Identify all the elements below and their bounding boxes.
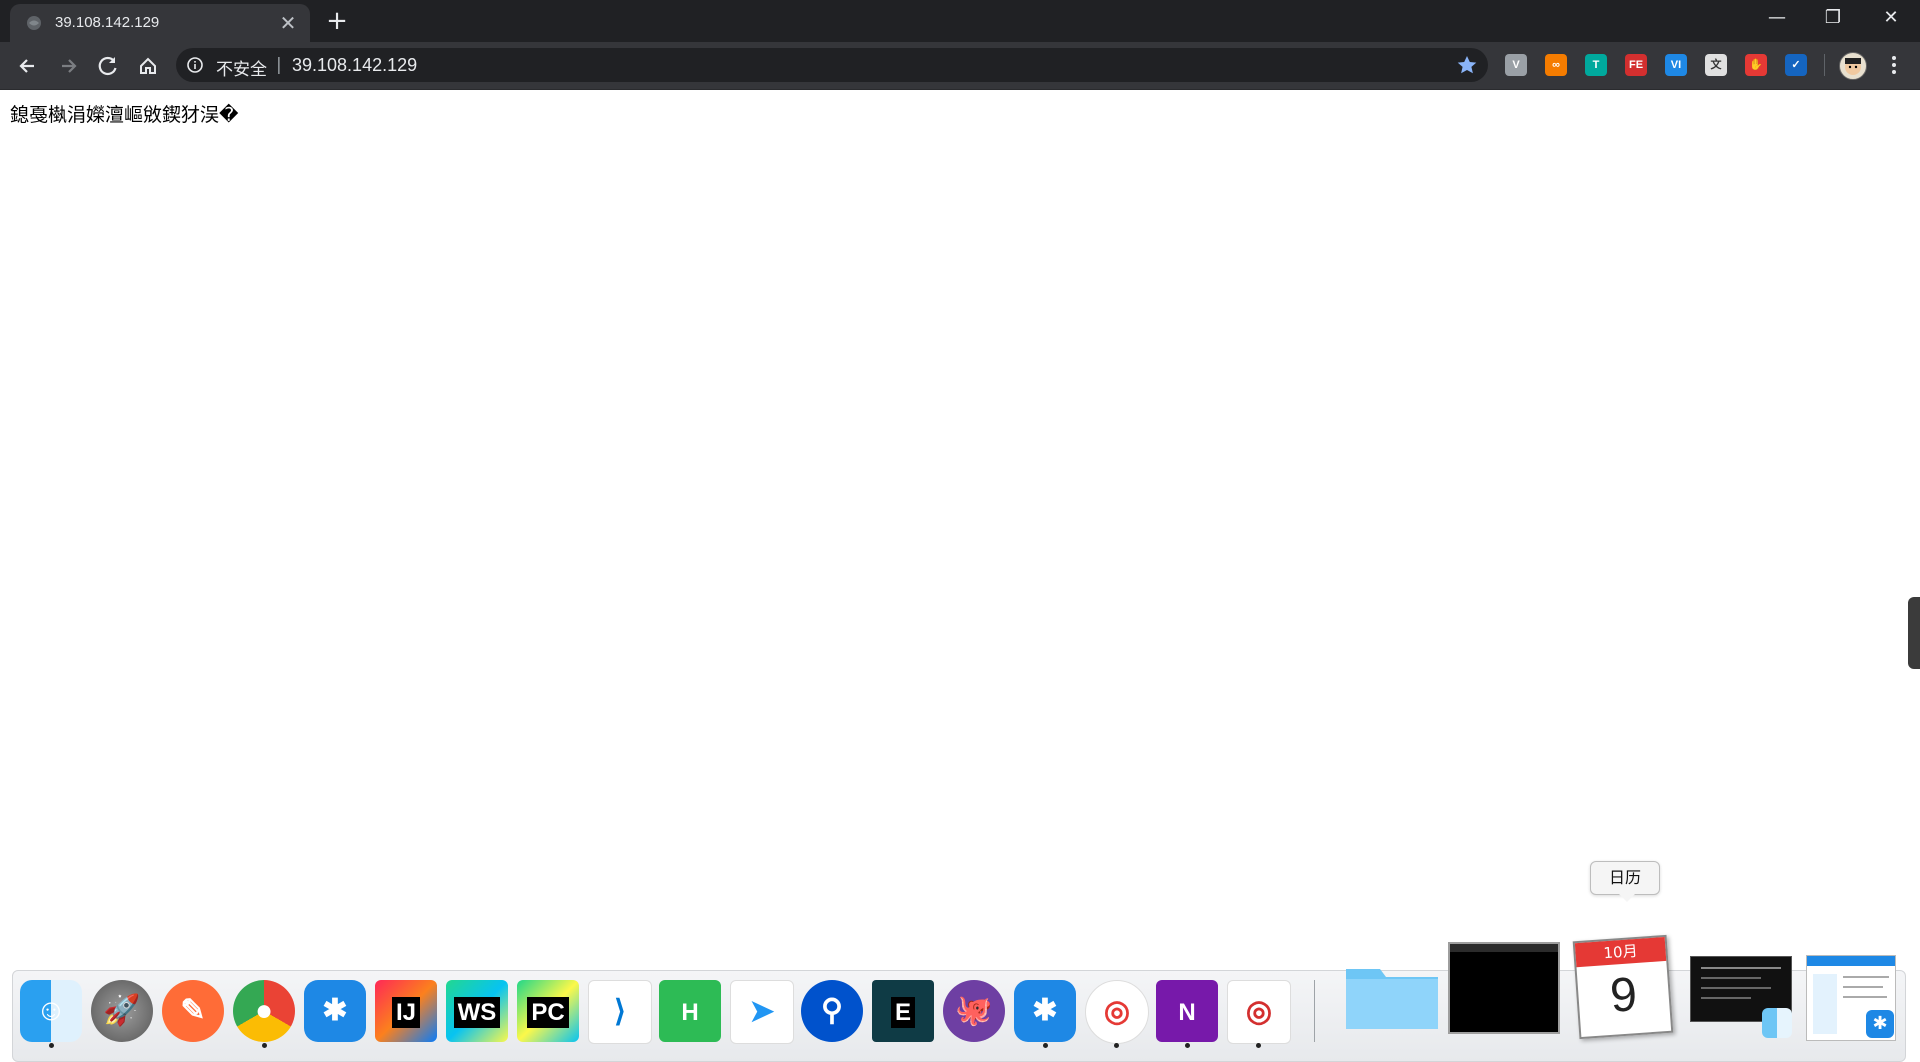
thumb-line bbox=[1701, 967, 1781, 969]
running-indicator bbox=[1114, 1043, 1119, 1048]
calendar-icon[interactable]: 10月 9 bbox=[1572, 934, 1674, 1040]
bookmark-star-icon[interactable] bbox=[1456, 54, 1478, 76]
close-window-button[interactable]: ✕ bbox=[1862, 0, 1920, 36]
running-indicator bbox=[1185, 1043, 1190, 1048]
browser-tab[interactable]: 39.108.142.129 ✕ bbox=[10, 4, 310, 42]
tab-strip: 39.108.142.129 ✕ + — ❐ ✕ bbox=[0, 0, 1920, 42]
calendar-tooltip: 日历 bbox=[1590, 861, 1660, 902]
thumb-header bbox=[1807, 956, 1895, 966]
forward-arrow-icon[interactable] bbox=[52, 50, 84, 82]
launchpad-icon[interactable]: 🚀 bbox=[91, 980, 153, 1042]
finder-mini-icon bbox=[1762, 1008, 1792, 1038]
webstorm-icon[interactable]: WS bbox=[446, 980, 508, 1042]
chrome-icon[interactable]: ● bbox=[233, 980, 295, 1042]
thumb-line bbox=[1701, 977, 1761, 979]
onenote-icon[interactable]: N bbox=[1156, 980, 1218, 1042]
running-indicator bbox=[1043, 1043, 1048, 1048]
checkmark-extension-icon[interactable]: ✓ bbox=[1785, 54, 1807, 76]
hbuilder-label: H bbox=[681, 999, 699, 1026]
finder-icon[interactable]: ☺ bbox=[20, 980, 82, 1042]
reload-icon[interactable] bbox=[92, 50, 124, 82]
tab-close-icon[interactable]: ✕ bbox=[276, 11, 300, 35]
thumb-line bbox=[1843, 976, 1889, 978]
translate-extension-icon[interactable]: 文 bbox=[1705, 54, 1727, 76]
adblock-icon[interactable]: ✋ bbox=[1745, 54, 1767, 76]
globe-icon bbox=[27, 16, 41, 30]
info-icon[interactable] bbox=[186, 56, 204, 74]
thumb-line bbox=[1701, 987, 1771, 989]
garbled-text: 鎴戞槸涓嬫澶嶇敓鍥犲洖� bbox=[10, 104, 239, 126]
t-extension-icon[interactable]: T bbox=[1585, 54, 1607, 76]
browser-toolbar: 不安全 | 39.108.142.129 V ∞ T FE VI 文 ✋ ✓ bbox=[0, 42, 1920, 90]
omnibox-separator: | bbox=[276, 55, 282, 75]
dock-separator bbox=[1314, 980, 1315, 1042]
running-indicator bbox=[49, 1043, 54, 1048]
pycharm-icon[interactable]: PC bbox=[517, 980, 579, 1042]
profile-avatar[interactable] bbox=[1839, 52, 1867, 80]
thumb-line bbox=[1843, 996, 1887, 998]
toolbar-divider bbox=[1824, 54, 1825, 76]
webstorm-label: WS bbox=[453, 997, 501, 1028]
user-face-icon bbox=[1845, 58, 1861, 75]
fe-helper-icon[interactable]: FE bbox=[1625, 54, 1647, 76]
hbuilder-icon[interactable]: H bbox=[659, 980, 721, 1042]
url-text[interactable]: 39.108.142.129 bbox=[292, 55, 417, 76]
terminal-window-thumbnail[interactable] bbox=[1448, 942, 1560, 1034]
thumb-line bbox=[1701, 997, 1751, 999]
onenote-label: N bbox=[1178, 999, 1196, 1026]
folder-icon[interactable] bbox=[1344, 955, 1440, 1033]
e-terminal-icon[interactable]: E bbox=[872, 980, 934, 1042]
github-icon[interactable]: 🐙 bbox=[943, 980, 1005, 1042]
minimize-button[interactable]: — bbox=[1748, 0, 1806, 36]
not-secure-label[interactable]: 不安全 bbox=[216, 55, 267, 80]
swift-swirl-icon[interactable]: ◎ bbox=[1085, 980, 1149, 1044]
intellij-label: IJ bbox=[391, 997, 420, 1028]
calendar-day: 9 bbox=[1608, 968, 1639, 1023]
vi-extension-icon[interactable]: VI bbox=[1665, 54, 1687, 76]
send-icon[interactable]: ➤ bbox=[730, 980, 794, 1044]
thumb-sidebar bbox=[1813, 974, 1837, 1034]
address-bar[interactable]: 不安全 | 39.108.142.129 bbox=[176, 48, 1488, 82]
dingtalk-mini-icon: ✱ bbox=[1866, 1010, 1894, 1038]
pycharm-label: PC bbox=[527, 997, 569, 1028]
sourcetree-icon[interactable]: ⚲ bbox=[801, 980, 863, 1042]
vscode-icon[interactable]: ⟩ bbox=[588, 980, 652, 1044]
kebab-menu-icon[interactable] bbox=[1884, 52, 1904, 78]
e-terminal-label: E bbox=[890, 997, 915, 1028]
vimium-icon[interactable]: V bbox=[1505, 54, 1527, 76]
terminal-titlebar bbox=[1450, 944, 1558, 952]
restore-button[interactable]: ❐ bbox=[1804, 0, 1862, 36]
running-indicator bbox=[262, 1043, 267, 1048]
tab-title: 39.108.142.129 bbox=[55, 14, 160, 31]
postman-icon[interactable]: ✎ bbox=[162, 980, 224, 1042]
home-icon[interactable] bbox=[132, 50, 164, 82]
infinity-icon[interactable]: ∞ bbox=[1545, 54, 1567, 76]
page-content: 鎴戞槸涓嬫澶嶇敓鍥犲洖� bbox=[0, 90, 1920, 1052]
back-arrow-icon[interactable] bbox=[12, 50, 44, 82]
dingtalk2-icon[interactable]: ✱ bbox=[1014, 980, 1076, 1042]
intellij-icon[interactable]: IJ bbox=[375, 980, 437, 1042]
thumb-line bbox=[1843, 986, 1883, 988]
swirl-red-icon[interactable]: ◎ bbox=[1227, 980, 1291, 1044]
side-handle[interactable] bbox=[1908, 597, 1920, 669]
dingtalk-icon[interactable]: ✱ bbox=[304, 980, 366, 1042]
new-tab-button[interactable]: + bbox=[322, 7, 352, 37]
running-indicator bbox=[1256, 1043, 1261, 1048]
